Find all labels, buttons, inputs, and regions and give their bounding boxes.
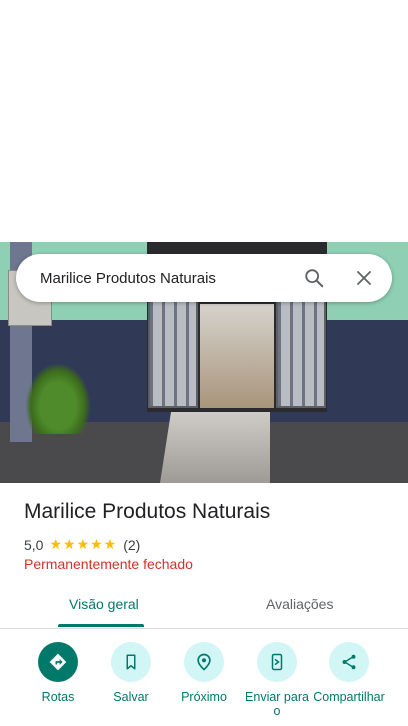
send-to-phone-label: Enviar para o — [245, 690, 309, 718]
send-to-phone-button[interactable]: Enviar para o — [237, 642, 317, 718]
share-icon — [329, 642, 369, 682]
tab-active-indicator — [58, 624, 144, 627]
share-button[interactable]: Compartilhar — [309, 642, 389, 704]
directions-icon — [38, 642, 78, 682]
search-input[interactable]: Marilice Produtos Naturais — [40, 270, 302, 287]
nearby-button[interactable]: Próximo — [164, 642, 244, 704]
rating-value: 5,0 — [24, 536, 44, 553]
photo-door-right — [276, 298, 326, 408]
tab-reviews[interactable]: Avaliações — [266, 596, 333, 612]
rating-row[interactable]: 5,0 ★★★★★ (2) — [24, 536, 140, 553]
tab-bar: Visão geral Avaliações — [0, 584, 408, 629]
nearby-label: Próximo — [181, 690, 227, 704]
nearby-icon — [184, 642, 224, 682]
star-rating-icon: ★★★★★ — [49, 536, 118, 552]
photo-door-left — [148, 298, 198, 408]
share-label: Compartilhar — [313, 690, 385, 704]
photo-ramp — [160, 412, 270, 483]
photo-interior — [200, 304, 274, 408]
search-bar[interactable]: Marilice Produtos Naturais — [16, 254, 392, 302]
send-to-phone-icon — [257, 642, 297, 682]
search-icon[interactable] — [302, 266, 326, 290]
directions-label: Rotas — [41, 690, 75, 704]
tab-overview[interactable]: Visão geral — [69, 596, 139, 612]
save-button[interactable]: Salvar — [91, 642, 171, 704]
save-label: Salvar — [113, 690, 149, 704]
reviews-count[interactable]: (2) — [123, 537, 140, 553]
blank-area — [0, 0, 408, 242]
close-icon[interactable] — [352, 266, 376, 290]
place-title: Marilice Produtos Naturais — [24, 500, 271, 523]
status-closed: Permanentemente fechado — [24, 556, 193, 572]
photo-plant — [26, 364, 90, 434]
bookmark-icon — [111, 642, 151, 682]
directions-button[interactable]: Rotas — [18, 642, 98, 704]
